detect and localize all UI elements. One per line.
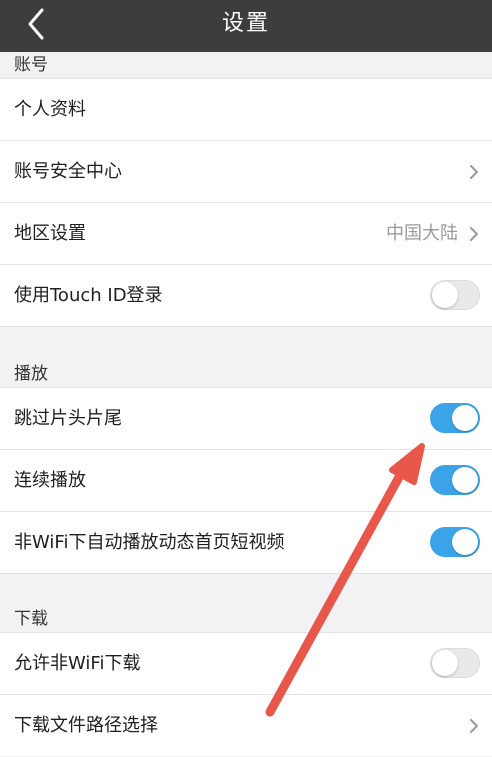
row-label: 跳过片头片尾 [14,408,122,429]
settings-row-autoplay-next[interactable]: 连续播放 [0,449,492,511]
region-value: 中国大陆 [386,223,458,244]
chevron-right-icon [470,227,478,241]
section-header-playback: 播放 [0,327,492,387]
toggle-knob [452,405,478,431]
settings-row-download-path[interactable]: 下载文件路径选择 [0,694,492,756]
settings-row-skip-intro[interactable]: 跳过片头片尾 [0,387,492,449]
settings-row-touch-id[interactable]: 使用Touch ID登录 [0,264,492,327]
section-header-account: 账号 [0,52,492,78]
settings-row-allow-non-wifi-download[interactable]: 允许非WiFi下载 [0,632,492,694]
section-header-download: 下载 [0,574,492,632]
row-label: 下载文件路径选择 [14,715,158,736]
row-label: 连续播放 [14,470,86,491]
settings-row-region[interactable]: 地区设置 中国大陆 [0,202,492,264]
toggle-knob [452,467,478,493]
chevron-right-icon [470,165,478,179]
skip-intro-toggle[interactable] [430,403,480,433]
settings-row-security[interactable]: 账号安全中心 [0,140,492,202]
autoplay-next-toggle[interactable] [430,465,480,495]
toggle-knob [452,529,478,555]
row-label: 使用Touch ID登录 [14,285,163,306]
settings-row-profile[interactable]: 个人资料 [0,78,492,140]
toggle-knob [432,650,458,676]
row-label: 地区设置 [14,223,86,244]
autoplay-non-wifi-toggle[interactable] [430,527,480,557]
chevron-right-icon [470,719,478,733]
row-label: 个人资料 [14,99,86,120]
toggle-knob [432,282,458,308]
row-label: 允许非WiFi下载 [14,653,141,674]
row-label: 非WiFi下自动播放动态首页短视频 [14,532,285,553]
touch-id-toggle[interactable] [430,280,480,310]
navigation-bar: 设置 [0,0,492,52]
row-label: 账号安全中心 [14,161,122,182]
settings-row-autoplay-non-wifi[interactable]: 非WiFi下自动播放动态首页短视频 [0,511,492,574]
page-title: 设置 [221,11,270,36]
allow-non-wifi-download-toggle[interactable] [430,648,480,678]
